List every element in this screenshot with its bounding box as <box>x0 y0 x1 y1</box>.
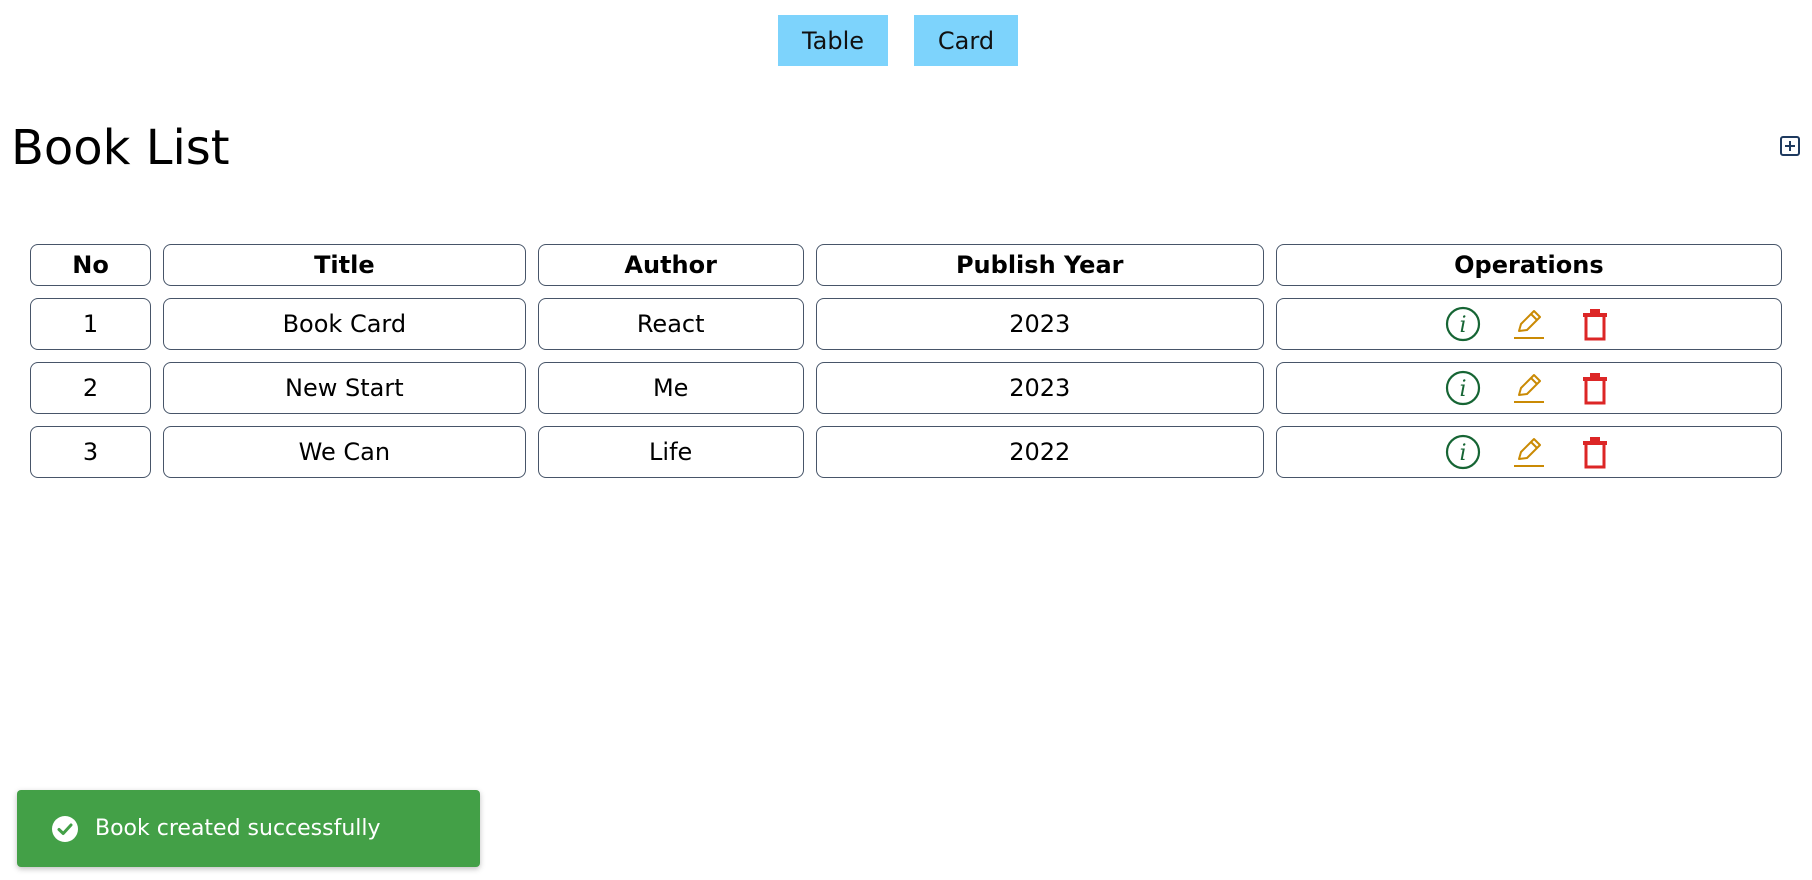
operations-group: i <box>1277 369 1781 407</box>
page-title: Book List <box>11 120 230 176</box>
header-operations: Operations <box>1275 244 1782 286</box>
cell-title: New Start <box>163 362 526 414</box>
toast-message: Book created successfully <box>95 816 381 841</box>
operations-group: i <box>1277 433 1781 471</box>
page-header: Book List <box>11 118 1801 178</box>
cell-operations: i <box>1275 298 1782 350</box>
svg-text:i: i <box>1459 377 1466 402</box>
cell-title: Book Card <box>163 298 526 350</box>
header-no: No <box>30 244 152 286</box>
cell-title: We Can <box>163 426 526 478</box>
info-circle-icon[interactable]: i <box>1444 433 1482 471</box>
table-view-button[interactable]: Table <box>778 15 888 66</box>
cell-year: 2023 <box>815 298 1264 350</box>
cell-author: Life <box>537 426 804 478</box>
plus-square-icon[interactable] <box>1779 135 1801 157</box>
cell-year: 2023 <box>815 362 1264 414</box>
edit-pencil-icon[interactable] <box>1510 369 1548 407</box>
cell-operations: i <box>1275 362 1782 414</box>
view-toggle: Table Card <box>0 15 1812 66</box>
trash-icon[interactable] <box>1576 305 1614 343</box>
header-title: Title <box>163 244 526 286</box>
table-row: 3 We Can Life 2022 i <box>30 426 1782 478</box>
edit-pencil-icon[interactable] <box>1510 305 1548 343</box>
info-circle-icon[interactable]: i <box>1444 305 1482 343</box>
cell-author: Me <box>537 362 804 414</box>
table-row: 1 Book Card React 2023 i <box>30 298 1782 350</box>
operations-group: i <box>1277 305 1781 343</box>
cell-no: 1 <box>30 298 152 350</box>
cell-year: 2022 <box>815 426 1264 478</box>
header-author: Author <box>537 244 804 286</box>
cell-author: React <box>537 298 804 350</box>
info-circle-icon[interactable]: i <box>1444 369 1482 407</box>
svg-text:i: i <box>1459 441 1466 466</box>
cell-operations: i <box>1275 426 1782 478</box>
book-table: No Title Author Publish Year Operations … <box>18 232 1794 490</box>
svg-text:i: i <box>1459 313 1466 338</box>
table-header-row: No Title Author Publish Year Operations <box>30 244 1782 286</box>
success-toast[interactable]: Book created successfully <box>17 790 480 867</box>
cell-no: 2 <box>30 362 152 414</box>
cell-no: 3 <box>30 426 152 478</box>
table-row: 2 New Start Me 2023 i <box>30 362 1782 414</box>
header-publish-year: Publish Year <box>815 244 1264 286</box>
edit-pencil-icon[interactable] <box>1510 433 1548 471</box>
card-view-button[interactable]: Card <box>914 15 1018 66</box>
check-circle-icon <box>51 815 79 843</box>
trash-icon[interactable] <box>1576 369 1614 407</box>
trash-icon[interactable] <box>1576 433 1614 471</box>
